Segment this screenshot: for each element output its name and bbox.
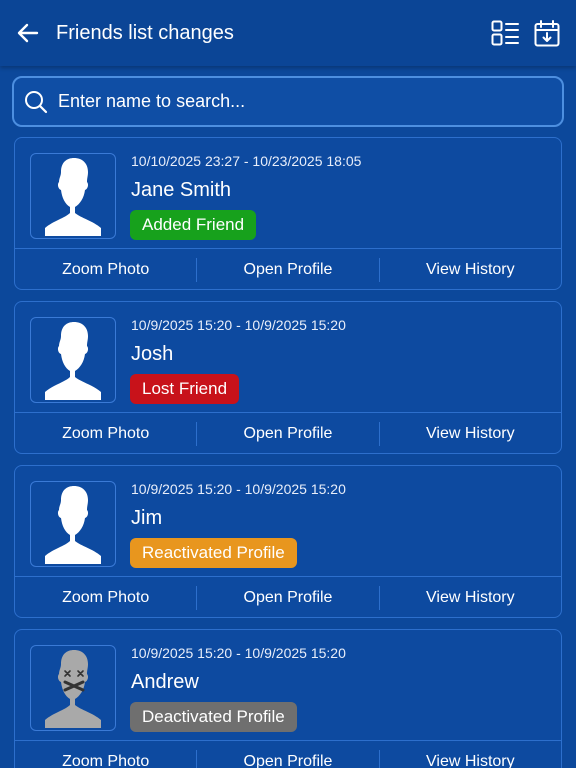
- default-avatar-icon: [45, 322, 101, 400]
- status-badge: Added Friend: [130, 210, 257, 240]
- zoom-photo-button[interactable]: Zoom Photo: [15, 586, 196, 610]
- calendar-download-icon: [534, 19, 560, 46]
- zoom-photo-button[interactable]: Zoom Photo: [15, 750, 196, 768]
- zoom-photo-button[interactable]: Zoom Photo: [15, 422, 196, 446]
- avatar[interactable]: [30, 317, 116, 403]
- status-badge: Deactivated Profile: [130, 702, 297, 732]
- friend-name: Jane Smith: [131, 179, 232, 201]
- open-profile-button[interactable]: Open Profile: [197, 258, 378, 282]
- view-history-button[interactable]: View History: [380, 586, 561, 610]
- calendar-button[interactable]: [532, 18, 562, 48]
- avatar[interactable]: [30, 645, 116, 731]
- change-date-range: 10/9/2025 15:20 - 10/9/2025 15:20: [131, 317, 346, 333]
- open-profile-button[interactable]: Open Profile: [197, 586, 378, 610]
- open-profile-button[interactable]: Open Profile: [197, 750, 378, 768]
- search-icon: [25, 90, 48, 113]
- avatar[interactable]: [30, 153, 116, 239]
- list-item: 10/10/2025 23:27 - 10/23/2025 18:05 Jane…: [14, 137, 562, 290]
- open-profile-button[interactable]: Open Profile: [197, 422, 378, 446]
- zoom-photo-button[interactable]: Zoom Photo: [15, 258, 196, 282]
- change-date-range: 10/9/2025 15:20 - 10/9/2025 15:20: [131, 645, 346, 661]
- list-item: 10/9/2025 15:20 - 10/9/2025 15:20 Jim Re…: [14, 465, 562, 618]
- list-item: 10/9/2025 15:20 - 10/9/2025 15:20 Josh L…: [14, 301, 562, 454]
- grid-list-icon: [491, 20, 519, 46]
- view-history-button[interactable]: View History: [380, 258, 561, 282]
- status-badge: Lost Friend: [130, 374, 240, 404]
- arrow-left-icon: [17, 23, 39, 43]
- avatar[interactable]: [30, 481, 116, 567]
- change-date-range: 10/10/2025 23:27 - 10/23/2025 18:05: [131, 153, 362, 169]
- deactivated-avatar-icon: [45, 650, 101, 728]
- default-avatar-icon: [45, 486, 101, 564]
- friends-changes-list: 10/10/2025 23:27 - 10/23/2025 18:05 Jane…: [14, 137, 562, 768]
- app-header: Friends list changes: [0, 0, 576, 66]
- view-history-button[interactable]: View History: [380, 422, 561, 446]
- layout-toggle-button[interactable]: [490, 18, 520, 48]
- back-button[interactable]: [14, 19, 42, 47]
- view-history-button[interactable]: View History: [380, 750, 561, 768]
- search-input[interactable]: [58, 91, 528, 112]
- friend-name: Jim: [131, 507, 163, 529]
- friend-name: Andrew: [131, 671, 199, 693]
- default-avatar-icon: [45, 158, 101, 236]
- status-badge: Reactivated Profile: [130, 538, 297, 568]
- search-box[interactable]: [12, 76, 564, 127]
- page-title: Friends list changes: [56, 21, 234, 44]
- list-item: 10/9/2025 15:20 - 10/9/2025 15:20 Andrew…: [14, 629, 562, 768]
- friend-name: Josh: [131, 343, 174, 365]
- change-date-range: 10/9/2025 15:20 - 10/9/2025 15:20: [131, 481, 346, 497]
